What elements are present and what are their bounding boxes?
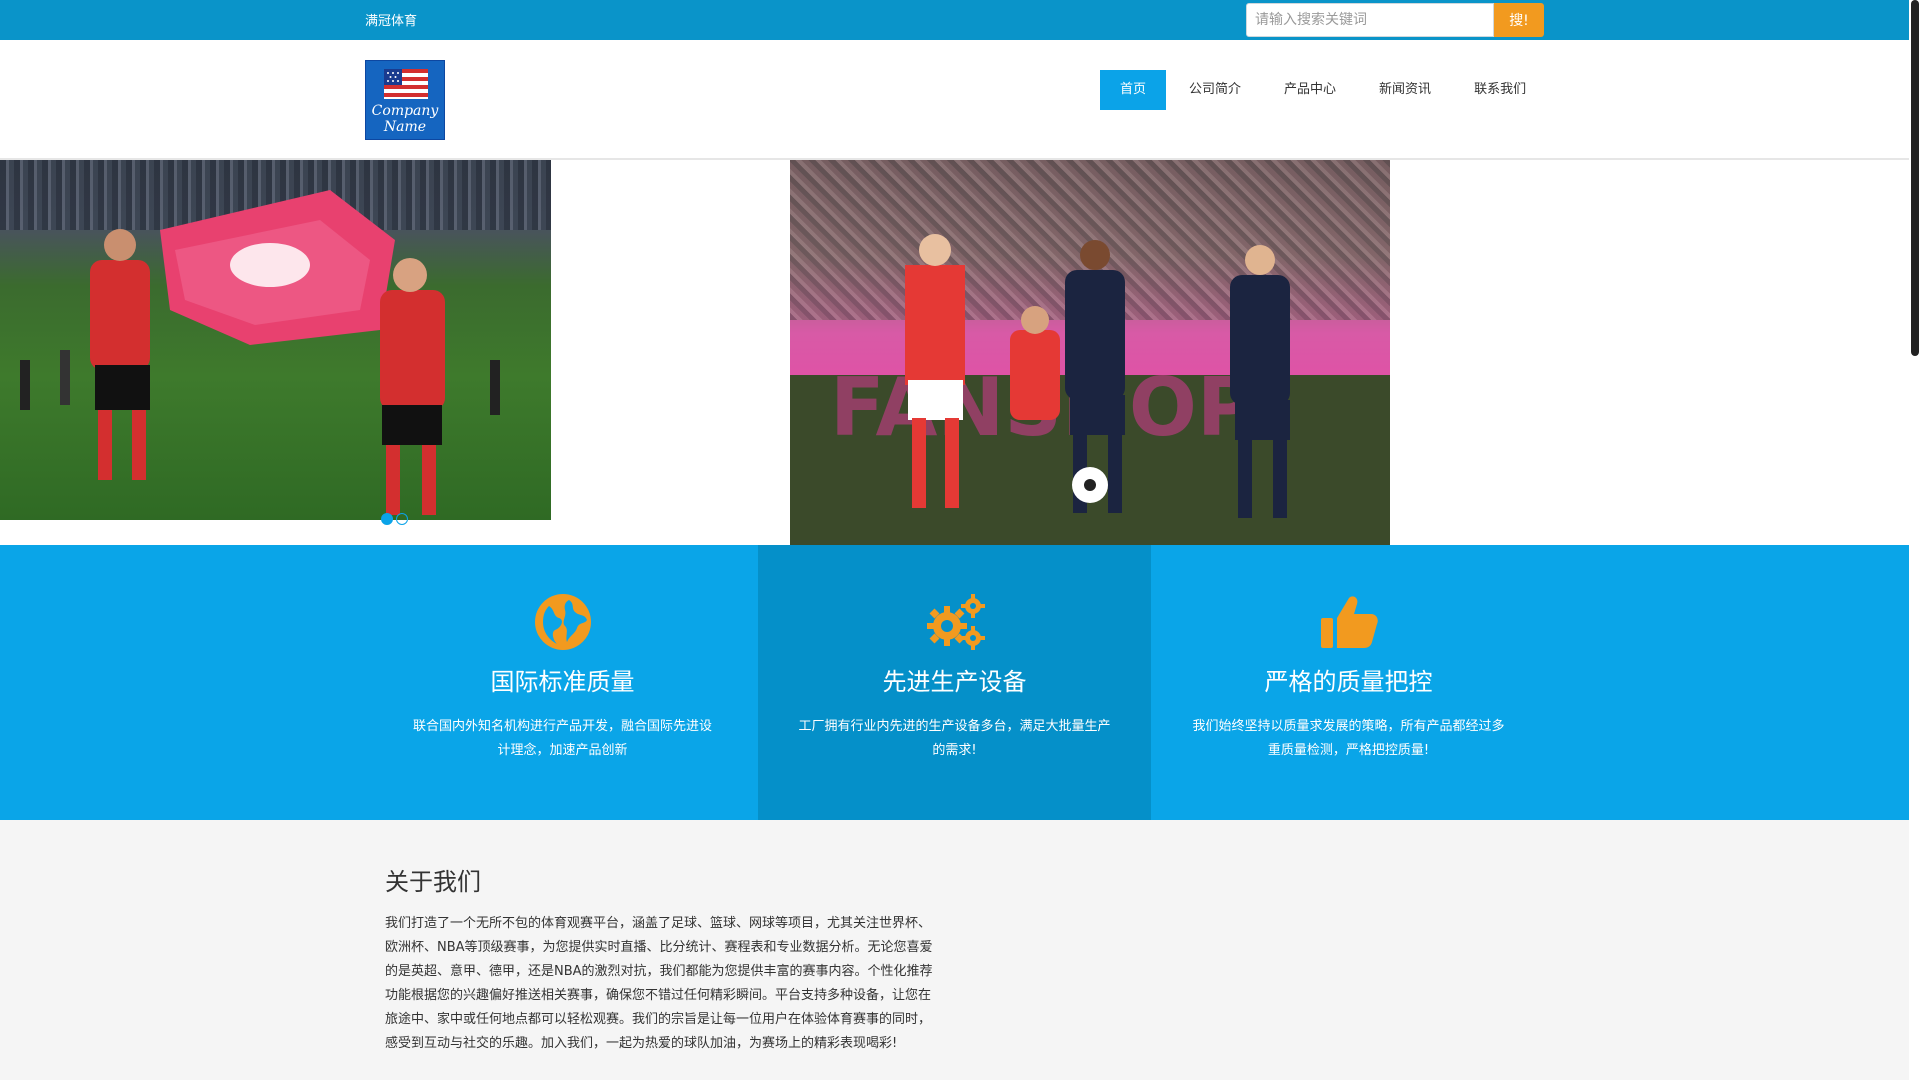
search-input[interactable] bbox=[1246, 3, 1494, 37]
features-section: 国际标准质量 联合国内外知名机构进行产品开发，融合国际先进设计理念，加速产品创新 bbox=[0, 545, 1909, 820]
carousel-dot-1[interactable] bbox=[381, 513, 393, 525]
nav-item-about[interactable]: 公司简介 bbox=[1169, 70, 1261, 110]
search-button[interactable]: 搜! bbox=[1494, 3, 1544, 37]
logo-line-1: Company bbox=[371, 103, 439, 119]
match-photo: FANSHOP bbox=[790, 234, 1390, 545]
site-name: 满冠体育 bbox=[365, 14, 418, 29]
nav-item-contact[interactable]: 联系我们 bbox=[1454, 70, 1546, 110]
logo-text: Company Name bbox=[366, 103, 444, 135]
carousel-dots bbox=[381, 513, 411, 525]
banner-slide-match[interactable]: FANSHOP bbox=[790, 160, 1390, 545]
logo-line-2: Name bbox=[383, 119, 427, 135]
feature-desc: 我们始终坚持以质量求发展的策略，所有产品都经过多重质量检测，严格把控质量! bbox=[1192, 719, 1505, 758]
feature-desc: 工厂拥有行业内先进的生产设备多台，满足大批量生产的需求! bbox=[798, 719, 1111, 758]
main-nav: 首页 公司简介 产品中心 新闻资讯 联系我们 bbox=[1100, 70, 1549, 110]
about-section: 关于我们 我们打造了一个无所不包的体育观赛平台，涵盖了足球、篮球、网球等项目，尤… bbox=[0, 820, 1909, 1080]
feature-desc: 联合国内外知名机构进行产品开发，融合国际先进设计理念，加速产品创新 bbox=[412, 719, 712, 758]
nav-item-home[interactable]: 首页 bbox=[1100, 70, 1167, 110]
company-logo[interactable]: Company Name bbox=[365, 60, 445, 140]
celebration-photo bbox=[20, 190, 500, 515]
about-text: 我们打造了一个无所不包的体育观赛平台，涵盖了足球、篮球、网球等项目，尤其关注世界… bbox=[385, 916, 933, 1051]
top-bar: 满冠体育 搜! bbox=[0, 0, 1909, 40]
thumbs-up-icon bbox=[1320, 596, 1378, 648]
gears-icon bbox=[926, 594, 985, 650]
carousel-dot-2[interactable] bbox=[396, 513, 408, 525]
feature-title: 国际标准质量 bbox=[490, 668, 635, 696]
flag-icon bbox=[384, 69, 428, 99]
feature-title: 严格的质量把控 bbox=[1264, 668, 1433, 696]
nav-item-products[interactable]: 产品中心 bbox=[1264, 70, 1356, 110]
nav-item-news[interactable]: 新闻资讯 bbox=[1359, 70, 1451, 110]
feature-quality-control: 严格的质量把控 我们始终坚持以质量求发展的策略，所有产品都经过多重质量检测，严格… bbox=[1151, 545, 1546, 820]
banner-slide-celebration[interactable] bbox=[0, 160, 551, 520]
feature-title: 先进生产设备 bbox=[882, 668, 1027, 696]
scrollbar-thumb[interactable] bbox=[1911, 0, 1919, 356]
header: Company Name 首页 公司简介 产品中心 新闻资讯 联系我们 bbox=[0, 40, 1909, 160]
feature-equipment: 先进生产设备 工厂拥有行业内先进的生产设备多台，满足大批量生产的需求! bbox=[758, 545, 1151, 820]
globe-icon bbox=[534, 594, 591, 650]
banner-carousel: FANSHOP bbox=[0, 160, 1909, 545]
feature-quality: 国际标准质量 联合国内外知名机构进行产品开发，融合国际先进设计理念，加速产品创新 bbox=[375, 545, 750, 820]
about-title: 关于我们 bbox=[385, 868, 481, 896]
